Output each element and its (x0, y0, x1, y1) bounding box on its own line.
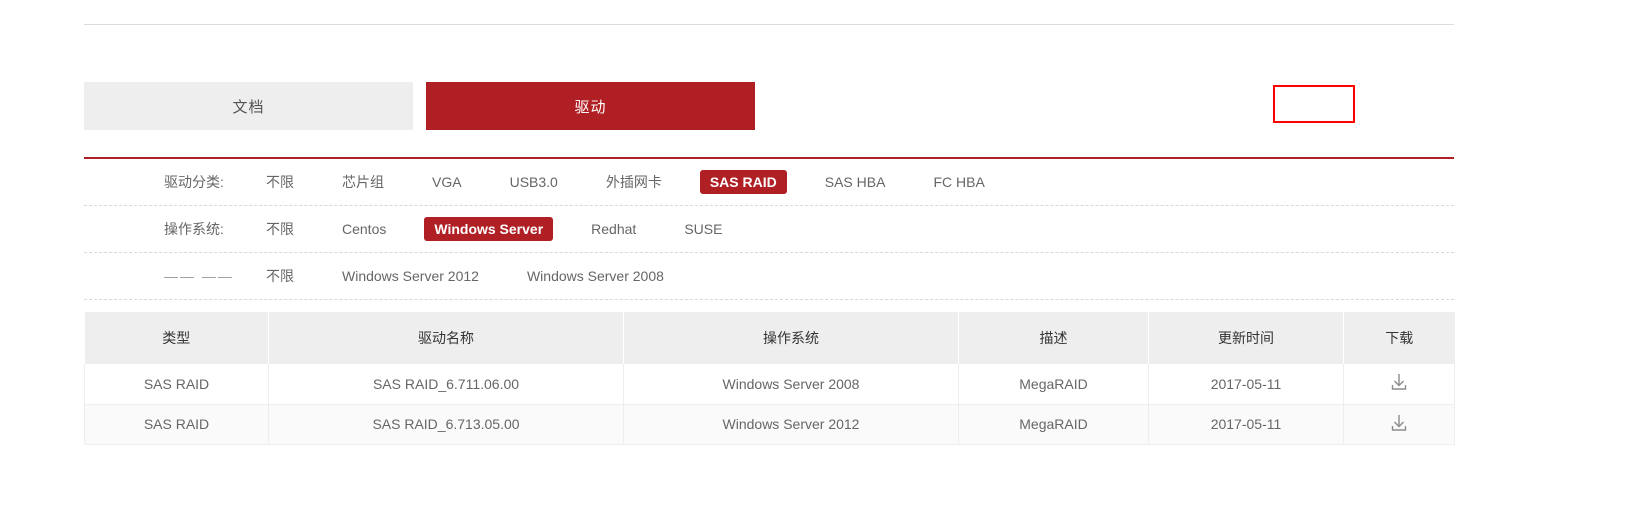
filter-option-usb30[interactable]: USB3.0 (500, 170, 568, 194)
column-header-download: 下载 (1343, 312, 1455, 364)
cell-description: MegaRAID (958, 364, 1149, 405)
filter-option-sas-hba[interactable]: SAS HBA (815, 170, 896, 194)
filter-option-chipset[interactable]: 芯片组 (332, 168, 394, 196)
filter-option-os-windows-server[interactable]: Windows Server (424, 217, 554, 241)
cell-description: MegaRAID (958, 404, 1149, 445)
filter-option-version-unlimited[interactable]: 不限 (256, 262, 304, 290)
filter-option-fc-hba[interactable]: FC HBA (923, 170, 994, 194)
cell-type: SAS RAID (84, 364, 269, 405)
column-header-os: 操作系统 (623, 312, 959, 364)
column-header-description: 描述 (958, 312, 1149, 364)
filter-option-version-ws2012[interactable]: Windows Server 2012 (332, 264, 489, 288)
cell-driver-name: SAS RAID_6.713.05.00 (268, 404, 624, 445)
download-icon[interactable] (1388, 371, 1410, 393)
table-row: SAS RAID SAS RAID_6.713.05.00 Windows Se… (84, 404, 1455, 445)
filter-options-driver-category: 不限 芯片组 VGA USB3.0 外插网卡 SAS RAID SAS HBA … (256, 168, 1023, 196)
tab-document[interactable]: 文档 (84, 82, 413, 130)
filter-label-os-version: —— —— (164, 268, 234, 284)
filter-option-unlimited[interactable]: 不限 (256, 168, 304, 196)
column-header-updated: 更新时间 (1148, 312, 1344, 364)
filter-option-os-redhat[interactable]: Redhat (581, 217, 646, 241)
download-icon[interactable] (1388, 412, 1410, 434)
filter-options-operating-system: 不限 Centos Windows Server Redhat SUSE (256, 215, 760, 243)
filter-option-os-centos[interactable]: Centos (332, 217, 396, 241)
cell-driver-name: SAS RAID_6.711.06.00 (268, 364, 624, 405)
filter-options-os-version: 不限 Windows Server 2012 Windows Server 20… (256, 262, 702, 290)
driver-download-page: 文档 驱动 驱动分类: 不限 芯片组 VGA USB3.0 外插网卡 SAS R… (0, 0, 1648, 505)
cell-updated: 2017-05-11 (1148, 404, 1344, 445)
filter-row-operating-system: 操作系统: 不限 Centos Windows Server Redhat SU… (84, 206, 1454, 253)
filter-option-os-suse[interactable]: SUSE (674, 217, 732, 241)
cell-os: Windows Server 2012 (623, 404, 959, 445)
cell-os: Windows Server 2008 (623, 364, 959, 405)
tab-strip: 文档 驱动 (84, 82, 1454, 130)
driver-results-table: 类型 驱动名称 操作系统 描述 更新时间 下载 SAS RAID SAS RAI… (84, 312, 1455, 445)
cell-download (1343, 404, 1455, 445)
filter-option-external-nic[interactable]: 外插网卡 (596, 168, 672, 196)
filter-label-operating-system: 操作系统: (164, 221, 224, 237)
tab-driver[interactable]: 驱动 (426, 82, 755, 130)
cell-download (1343, 364, 1455, 405)
cell-type: SAS RAID (84, 404, 269, 445)
cell-updated: 2017-05-11 (1148, 364, 1344, 405)
table-header-row: 类型 驱动名称 操作系统 描述 更新时间 下载 (84, 312, 1455, 364)
filter-row-driver-category: 驱动分类: 不限 芯片组 VGA USB3.0 外插网卡 SAS RAID SA… (84, 159, 1454, 206)
column-header-driver-name: 驱动名称 (268, 312, 624, 364)
tab-gap (413, 82, 426, 130)
filter-panel: 驱动分类: 不限 芯片组 VGA USB3.0 外插网卡 SAS RAID SA… (84, 157, 1454, 300)
filter-option-version-ws2008[interactable]: Windows Server 2008 (517, 264, 674, 288)
table-row: SAS RAID SAS RAID_6.711.06.00 Windows Se… (84, 364, 1455, 405)
filter-row-os-version: —— —— 不限 Windows Server 2012 Windows Ser… (84, 253, 1454, 300)
filter-label-driver-category: 驱动分类: (164, 174, 224, 190)
top-divider (84, 24, 1454, 25)
column-header-type: 类型 (84, 312, 269, 364)
filter-option-sas-raid[interactable]: SAS RAID (699, 170, 787, 194)
filter-option-vga[interactable]: VGA (422, 170, 472, 194)
filter-option-os-unlimited[interactable]: 不限 (256, 215, 304, 243)
